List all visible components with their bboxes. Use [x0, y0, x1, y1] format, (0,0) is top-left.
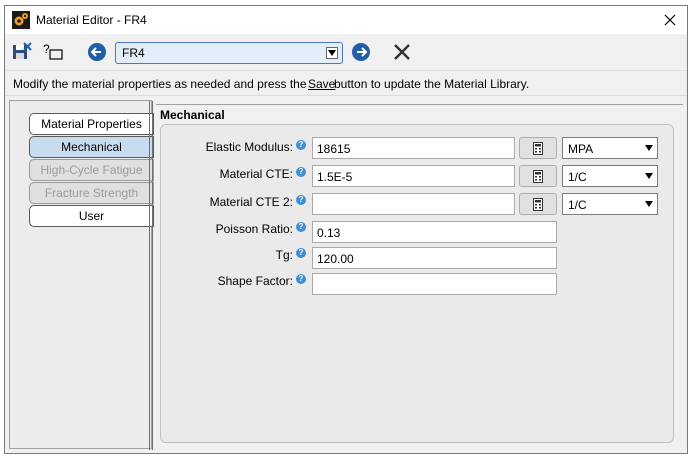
help-icon[interactable]: ? [296, 167, 306, 177]
poisson-ratio-label: Poisson Ratio: [215, 222, 293, 236]
instructions-save-link[interactable]: Save [308, 77, 335, 91]
material-cte-2-field[interactable] [312, 193, 515, 215]
arrow-right-circle-icon [352, 43, 370, 61]
shape-factor-label: Shape Factor: [217, 274, 293, 288]
svg-text:?: ? [43, 42, 50, 56]
close-icon [664, 14, 676, 26]
calculator-button[interactable] [519, 165, 557, 187]
material-selector-value: FR4 [122, 46, 145, 60]
material-cte-unit-select[interactable]: 1/C [562, 165, 658, 187]
help-icon[interactable]: ? [296, 195, 306, 205]
shape-factor-field[interactable] [312, 273, 557, 295]
tg-label: Tg: [275, 248, 293, 262]
help-icon[interactable]: ? [296, 248, 306, 258]
rename-icon: ? [43, 42, 63, 60]
material-cte-2-label: Material CTE 2: [209, 195, 293, 209]
properties-group: Elastic Modulus: ? 18615 MPA Material CT… [160, 124, 674, 443]
next-button[interactable] [350, 41, 372, 63]
instructions-bar: Modify the material properties as needed… [5, 70, 687, 96]
tab-material-properties[interactable]: Material Properties [29, 113, 154, 135]
poisson-ratio-field[interactable]: 0.13 [312, 221, 557, 243]
material-cte-2-unit: 1/C [568, 198, 587, 212]
tg-field[interactable]: 120.00 [312, 247, 557, 269]
rename-button[interactable]: ? [42, 41, 64, 63]
material-cte-2-unit-select[interactable]: 1/C [562, 193, 658, 215]
elastic-modulus-field[interactable]: 18615 [312, 137, 515, 159]
window-title: Material Editor - FR4 [36, 13, 147, 27]
calculator-button[interactable] [519, 193, 557, 215]
calculator-button[interactable] [519, 137, 557, 159]
close-icon [394, 44, 410, 60]
material-cte-label: Material CTE: [219, 167, 293, 181]
instructions-text-after: button to update the Material Library. [334, 77, 530, 91]
chevron-down-icon [645, 145, 653, 151]
chevron-down-icon [645, 173, 653, 179]
instructions-text-before: Modify the material properties as needed… [13, 77, 307, 91]
chevron-down-icon[interactable] [326, 47, 338, 59]
help-icon[interactable]: ? [296, 274, 306, 284]
elastic-modulus-unit: MPA [568, 142, 594, 156]
title-bar: Material Editor - FR4 [5, 6, 687, 34]
calculator-icon [533, 197, 543, 211]
material-cte-field[interactable]: 1.5E-5 [312, 165, 515, 187]
section-title: Mechanical [160, 108, 225, 122]
mechanical-panel: Mechanical Elastic Modulus: ? 18615 MPA [156, 100, 683, 449]
previous-button[interactable] [86, 41, 108, 63]
material-cte-unit: 1/C [568, 170, 587, 184]
elastic-modulus-label: Elastic Modulus: [205, 140, 293, 154]
calculator-icon [533, 169, 543, 183]
close-window-button[interactable] [657, 8, 683, 32]
material-editor-window: Material Editor - FR4 ? FR4 Modify the m… [4, 5, 688, 454]
cancel-button[interactable] [391, 41, 413, 63]
help-icon[interactable]: ? [296, 222, 306, 232]
material-selector[interactable]: FR4 [115, 42, 343, 64]
toolbar: ? FR4 [5, 34, 687, 70]
calculator-icon [533, 141, 543, 155]
elastic-modulus-unit-select[interactable]: MPA [562, 137, 658, 159]
arrow-left-circle-icon [88, 43, 106, 61]
section-divider [156, 104, 683, 105]
chevron-down-icon [645, 201, 653, 207]
help-icon[interactable]: ? [296, 140, 306, 150]
app-gear-icon [12, 11, 30, 29]
save-icon [13, 42, 32, 59]
save-button[interactable] [11, 41, 33, 63]
editor-body: Material Properties Mechanical High-Cycl… [5, 96, 687, 453]
